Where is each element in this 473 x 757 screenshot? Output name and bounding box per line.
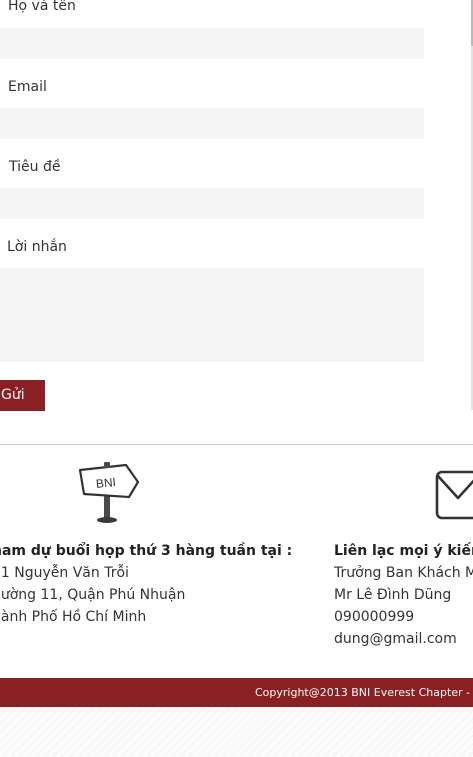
contact-email-link[interactable]: dung@gmail.com <box>334 628 473 650</box>
message-field[interactable] <box>0 268 424 362</box>
submit-button[interactable]: Gửi <box>0 380 45 411</box>
page-bottom-background <box>0 707 473 757</box>
contact-role: Trưởng Ban Khách Mờ <box>334 565 473 581</box>
meeting-address-line: hường 11, Quận Phú Nhuận <box>0 587 186 603</box>
section-divider <box>0 444 473 445</box>
email-label: Email <box>8 79 47 95</box>
signpost-icon: BNI <box>78 462 140 523</box>
contact-heading: Liên lạc mọi ý kiến c <box>334 543 473 559</box>
contact-phone: 090000999 <box>334 609 415 625</box>
mail-icon <box>435 470 473 520</box>
email-field[interactable] <box>0 108 424 139</box>
meeting-info: ham dự buổi họp thứ 3 hàng tuần tại : 61… <box>0 540 292 628</box>
meeting-heading: ham dự buổi họp thứ 3 hàng tuần tại : <box>0 543 293 559</box>
copyright-text: Copyright@2013 BNI Everest Chapter - Des <box>255 686 473 699</box>
contact-page: Họ và tên Email Tiêu đề Lời nhắn Gửi BNI… <box>0 0 473 757</box>
contact-person: Mr Lê Đình Dũng <box>334 587 452 603</box>
meeting-address-line: hành Phố Hồ Chí Minh <box>0 609 147 625</box>
footer-bar: Copyright@2013 BNI Everest Chapter - Des <box>0 678 473 707</box>
subject-label: Tiêu đề <box>9 159 61 175</box>
subject-field[interactable] <box>0 188 424 219</box>
name-field[interactable] <box>0 28 424 59</box>
sign-text: BNI <box>95 475 116 491</box>
contact-info: Liên lạc mọi ý kiến c Trưởng Ban Khách M… <box>334 540 473 650</box>
message-label: Lời nhắn <box>7 239 67 255</box>
name-label: Họ và tên <box>8 0 76 14</box>
meeting-address-line: 61 Nguyễn Văn Trỗi <box>0 565 129 581</box>
